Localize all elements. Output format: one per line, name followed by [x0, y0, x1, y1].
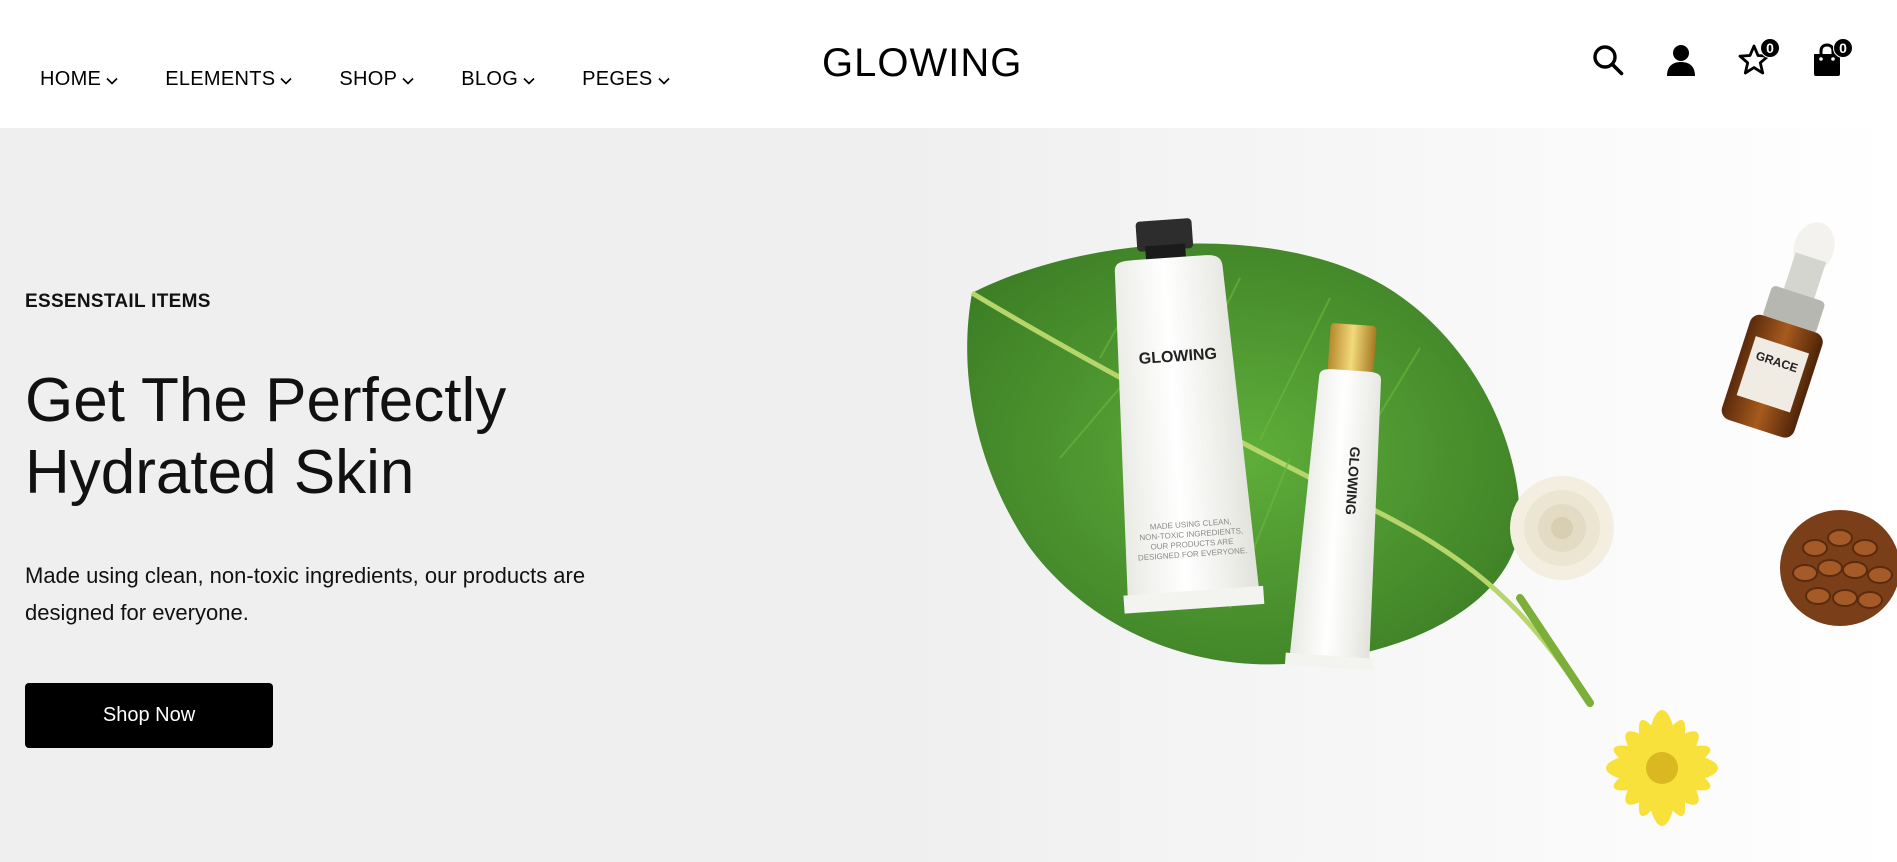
- chevron-down-icon: [402, 77, 414, 85]
- search-button[interactable]: [1588, 40, 1628, 80]
- nav-item-blog[interactable]: BLOG: [461, 66, 536, 92]
- hero-headline: Get The Perfectly Hydrated Skin: [25, 365, 665, 509]
- white-flower: [1510, 476, 1614, 580]
- chevron-down-icon: [106, 77, 118, 85]
- nav-item-home[interactable]: HOME: [40, 66, 119, 92]
- shop-now-button[interactable]: Shop Now: [25, 683, 273, 748]
- account-button[interactable]: [1661, 40, 1701, 80]
- chevron-down-icon: [657, 77, 670, 85]
- main-nav: HOME ELEMENTS SHOP BLOG PEGES: [40, 66, 671, 92]
- user-icon: [1667, 45, 1695, 76]
- chevron-down-icon: [523, 77, 535, 85]
- hero-description-line: designed for everyone.: [25, 600, 249, 625]
- hero-product-image: GLOWING MADE USING CLEAN, NON-TOXIC INGR…: [900, 128, 1897, 862]
- hero-banner: ESSENSTAIL ITEMS Get The Perfectly Hydra…: [0, 128, 1897, 862]
- hero-description-line: Made using clean, non-toxic ingredients,…: [25, 563, 586, 588]
- cart-count-badge: 0: [1833, 38, 1853, 58]
- search-icon: [1593, 45, 1624, 76]
- hero-description: Made using clean, non-toxic ingredients,…: [25, 557, 625, 631]
- site-header: HOME ELEMENTS SHOP BLOG PEGES GLOWING 0 …: [0, 0, 1897, 128]
- header-actions: 0 0: [1555, 38, 1853, 80]
- wishlist-button[interactable]: 0: [1734, 38, 1780, 80]
- nav-item-label: BLOG: [461, 67, 519, 90]
- nav-item-label: HOME: [40, 67, 102, 90]
- wishlist-count-badge: 0: [1760, 38, 1780, 58]
- pine-cone: [1780, 510, 1897, 626]
- nav-item-label: PEGES: [582, 67, 653, 90]
- hero-eyebrow: ESSENSTAIL ITEMS: [25, 291, 211, 312]
- nav-item-pages[interactable]: PEGES: [582, 66, 670, 92]
- hero-headline-line: Get The Perfectly: [25, 366, 507, 435]
- chevron-down-icon: [280, 77, 292, 85]
- hero-headline-line: Hydrated Skin: [25, 438, 415, 507]
- nav-item-elements[interactable]: ELEMENTS: [165, 66, 293, 92]
- site-logo[interactable]: GLOWING: [822, 40, 1022, 86]
- nav-item-label: SHOP: [339, 67, 398, 90]
- nav-item-shop[interactable]: SHOP: [339, 66, 415, 92]
- nav-item-label: ELEMENTS: [165, 67, 276, 90]
- cart-button[interactable]: 0: [1807, 38, 1853, 80]
